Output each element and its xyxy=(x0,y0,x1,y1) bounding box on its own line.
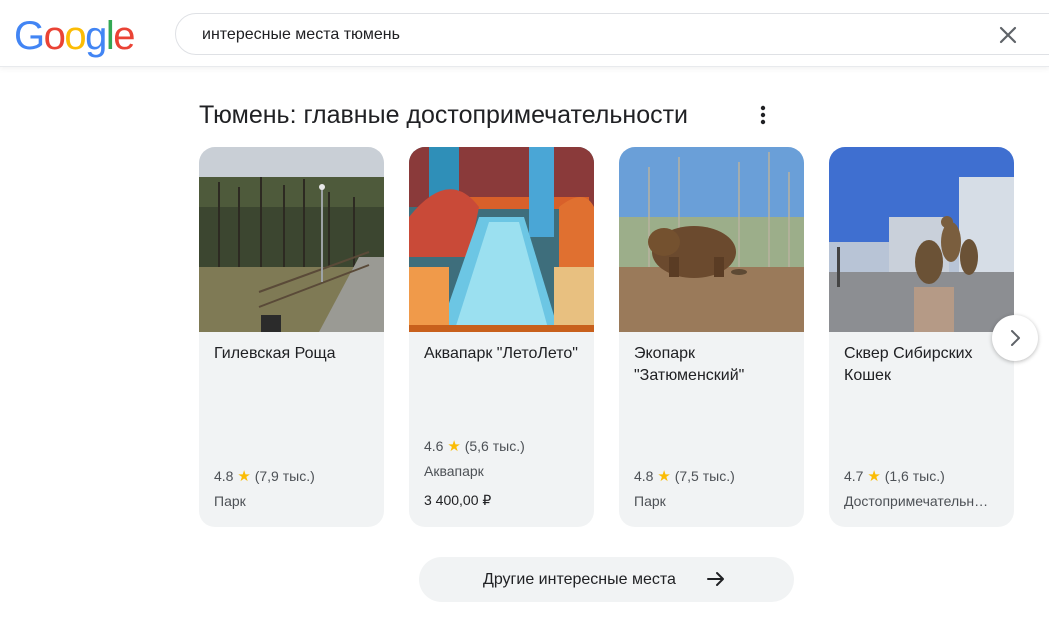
logo-letter: e xyxy=(113,14,135,58)
place-category: Аквапарк xyxy=(424,463,484,479)
rating-value: 4.7 xyxy=(844,468,864,484)
place-category: Парк xyxy=(634,493,666,509)
more-options-button[interactable] xyxy=(752,103,774,127)
rating-value: 4.8 xyxy=(214,468,234,484)
place-title: Аквапарк "ЛетоЛето" xyxy=(424,345,578,362)
rating-value: 4.6 xyxy=(424,438,444,454)
star-icon: ★ xyxy=(447,438,461,455)
search-header: Google xyxy=(0,0,1049,67)
chevron-right-icon xyxy=(1011,330,1020,346)
rating-value: 4.8 xyxy=(634,468,654,484)
place-card[interactable]: Сквер Сибирских Кошек 4.7 ★ (1,6 тыс.) Д… xyxy=(829,147,1014,527)
logo-letter: o xyxy=(43,14,66,58)
rating: 4.8 ★ (7,9 тыс.) xyxy=(214,466,315,487)
star-icon: ★ xyxy=(237,468,251,485)
waterpark-slide-photo xyxy=(409,147,594,332)
rating: 4.7 ★ (1,6 тыс.) xyxy=(844,466,945,487)
place-category: Парк xyxy=(214,493,246,509)
search-input[interactable] xyxy=(200,14,964,56)
park-forest-photo xyxy=(199,147,384,332)
bear-sculpture-photo xyxy=(619,147,804,332)
search-box xyxy=(175,13,1049,56)
logo-letter: l xyxy=(105,14,115,58)
section-title: Тюмень: главные достопримечательности xyxy=(199,101,689,129)
place-title: Гилевская Роща xyxy=(214,345,336,362)
clear-search-button[interactable] xyxy=(996,23,1020,47)
more-vert-icon xyxy=(760,105,766,125)
arrow-right-icon xyxy=(707,572,724,586)
place-title: Экопарк "Затюменский" xyxy=(634,345,745,384)
cat-sculptures-photo xyxy=(829,147,1014,332)
review-count: (1,6 тыс.) xyxy=(884,468,945,484)
rating: 4.8 ★ (7,5 тыс.) xyxy=(634,466,735,487)
place-card[interactable]: Аквапарк "ЛетоЛето" 4.6 ★ (5,6 тыс.) Акв… xyxy=(409,147,594,527)
place-card[interactable]: Экопарк "Затюменский" 4.8 ★ (7,5 тыс.) П… xyxy=(619,147,804,527)
review-count: (7,9 тыс.) xyxy=(254,468,315,484)
more-places-label: Другие интересные места xyxy=(483,571,676,588)
logo-letter: o xyxy=(64,14,86,58)
star-icon: ★ xyxy=(657,468,671,485)
logo-letter: G xyxy=(14,14,45,58)
place-title: Сквер Сибирских Кошек xyxy=(844,345,973,384)
rating: 4.6 ★ (5,6 тыс.) xyxy=(424,436,525,457)
logo-letter: g xyxy=(85,14,107,58)
ticket-price: 3 400,00 ₽ xyxy=(424,492,492,508)
more-places-button[interactable]: Другие интересные места xyxy=(419,557,794,602)
carousel-next-button[interactable] xyxy=(992,315,1038,361)
place-category: Достопримечательность xyxy=(844,493,994,509)
place-card[interactable]: Гилевская Роща 4.8 ★ (7,9 тыс.) Парк xyxy=(199,147,384,527)
google-logo[interactable]: Google xyxy=(14,14,135,58)
close-icon xyxy=(999,26,1017,44)
review-count: (7,5 тыс.) xyxy=(674,468,735,484)
review-count: (5,6 тыс.) xyxy=(464,438,525,454)
star-icon: ★ xyxy=(867,468,881,485)
